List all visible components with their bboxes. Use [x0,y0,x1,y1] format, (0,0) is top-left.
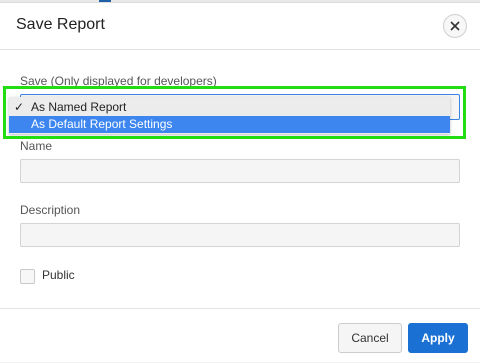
dialog-title: Save Report [16,16,105,33]
public-label: Public [42,268,75,282]
dialog-footer: Cancel Apply [0,308,480,363]
description-label: Description [20,203,81,217]
cancel-button[interactable]: Cancel [338,323,402,353]
dialog-header: Save Report [0,3,480,50]
name-field[interactable] [20,159,460,183]
public-checkbox[interactable] [20,269,35,284]
name-label: Name [20,139,53,153]
focus-highlight [3,86,466,139]
close-button[interactable] [443,14,467,38]
save-report-dialog: Save Report Save (Only displayed for dev… [0,2,480,362]
apply-button[interactable]: Apply [408,323,468,353]
close-icon [450,21,460,31]
description-field[interactable] [20,223,460,247]
